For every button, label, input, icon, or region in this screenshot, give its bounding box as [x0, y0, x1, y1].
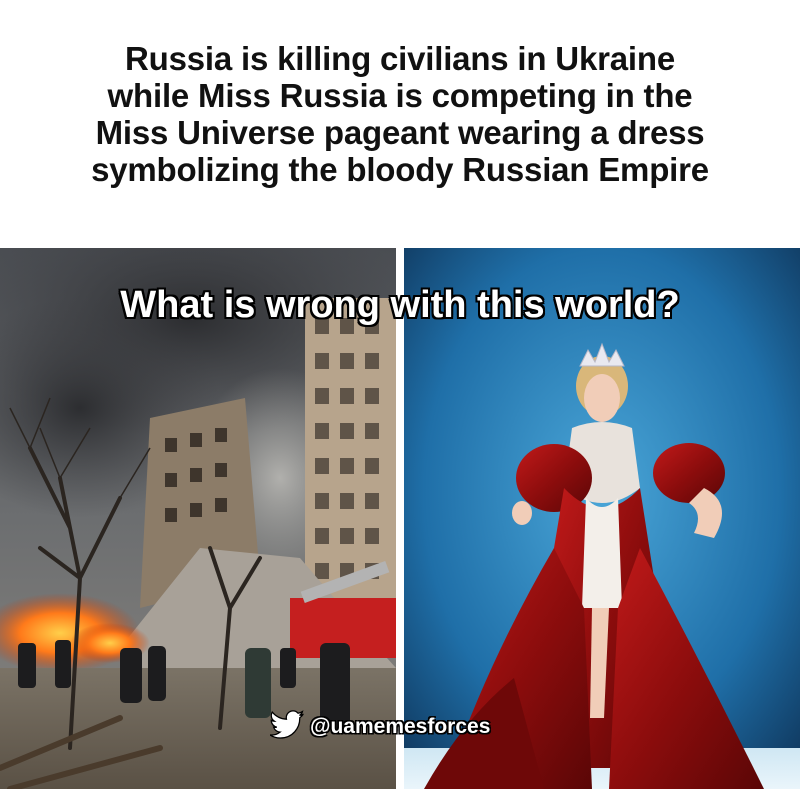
- photo-collage: What is wrong with this world?: [0, 248, 800, 789]
- twitter-bird-icon: [269, 709, 304, 745]
- headline-line: while Miss Russia is competing in the: [107, 77, 693, 114]
- destroyed-building-photo: [0, 248, 396, 789]
- pageant-dress-photo: [404, 248, 800, 789]
- overlay-caption: What is wrong with this world?: [120, 283, 681, 327]
- watermark: @uamemesforces: [269, 709, 491, 745]
- panel-divider: [396, 248, 404, 789]
- headline-line: Miss Universe pageant wearing a dress: [95, 114, 705, 151]
- watermark-handle: @uamemesforces: [310, 715, 491, 738]
- headline-line: Russia is killing civilians in Ukraine: [125, 40, 675, 77]
- meme-header: Russia is killing civilians in Ukraine w…: [0, 0, 800, 248]
- headline: Russia is killing civilians in Ukraine w…: [40, 40, 760, 188]
- headline-line: symbolizing the bloody Russian Empire: [91, 151, 709, 188]
